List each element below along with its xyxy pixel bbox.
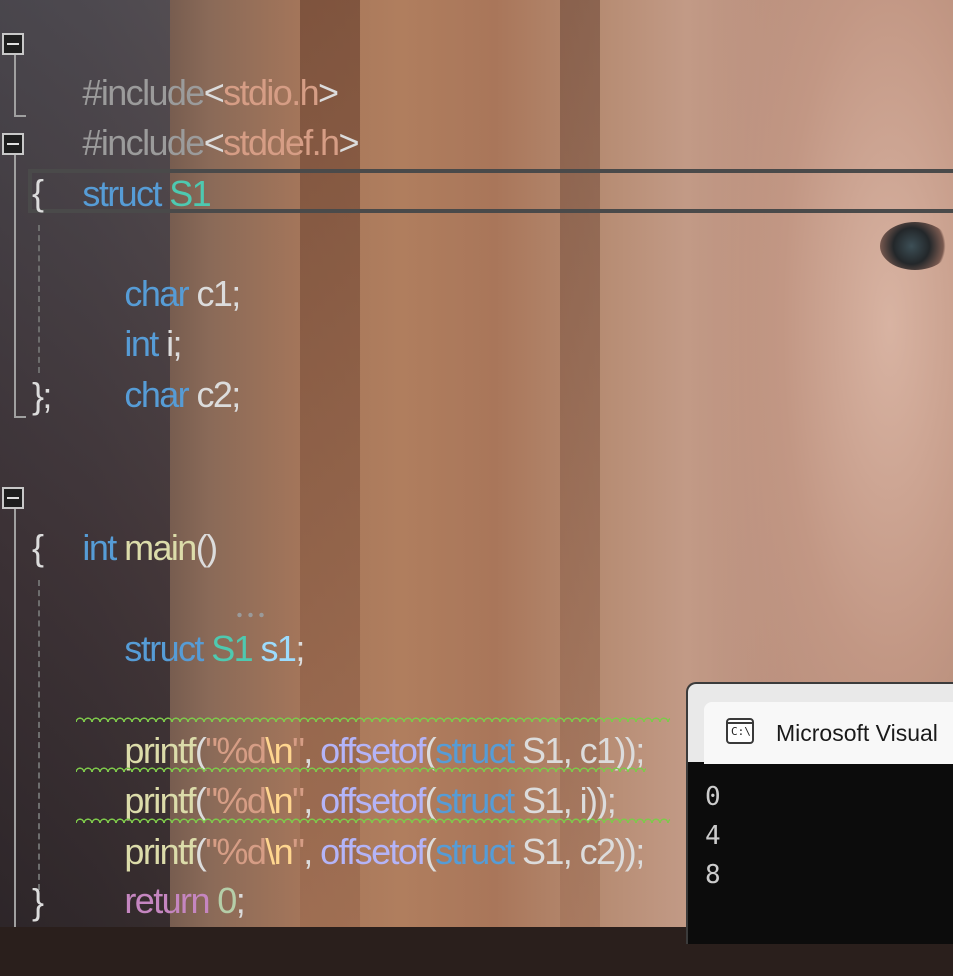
output-line: 0 (705, 782, 721, 812)
unused-variable-hint (234, 612, 268, 618)
type-name: S1 (211, 628, 253, 669)
code-line-12[interactable]: struct S1 s1; (0, 574, 953, 669)
code-line-10[interactable]: int main() (0, 473, 953, 568)
output-line: 8 (705, 860, 721, 890)
brace: }; (32, 375, 52, 416)
brace: } (32, 881, 44, 922)
code-line-11[interactable]: { (0, 523, 953, 573)
warning-squiggle[interactable] (76, 766, 646, 772)
console-output: 0 4 8 (705, 778, 721, 895)
console-tab[interactable]: C:\ Microsoft Visual (704, 702, 953, 764)
variable: s1 (260, 628, 297, 669)
console-window[interactable]: C:\ Microsoft Visual 0 4 8 (686, 682, 953, 944)
code-line-7[interactable]: char c2; (0, 320, 953, 415)
console-title: Microsoft Visual (776, 720, 938, 746)
warning-squiggle[interactable] (76, 716, 670, 722)
code-line-6[interactable]: int i; (0, 269, 953, 364)
code-line-1[interactable]: #include<stdio.h> (0, 18, 953, 113)
code-line-8[interactable]: }; (0, 371, 953, 421)
code-line-3[interactable]: struct S1 (0, 119, 953, 214)
terminal-icon: C:\ (726, 718, 754, 744)
keyword: struct (124, 628, 204, 669)
terminal-icon-label: C:\ (731, 725, 751, 738)
warning-squiggle[interactable] (76, 817, 670, 823)
code-line-2[interactable]: #include<stddef.h> (0, 68, 953, 163)
code-line-5[interactable]: char c1; (0, 219, 953, 314)
console-tab-bar: C:\ Microsoft Visual (688, 684, 953, 764)
semicolon: ; (295, 628, 305, 669)
code-line-4[interactable]: { (0, 168, 953, 218)
brace: { (32, 172, 44, 213)
brace: { (32, 527, 44, 568)
output-line: 4 (705, 821, 721, 851)
